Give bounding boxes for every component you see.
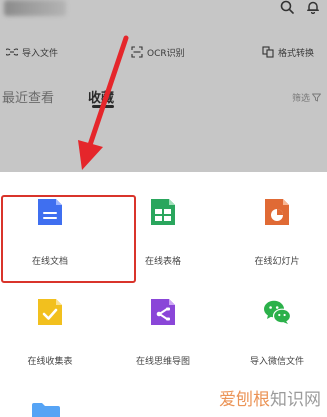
ocr-button[interactable]: OCR识别 bbox=[131, 43, 185, 61]
watermark-part2: 知识网 bbox=[270, 389, 321, 410]
import-file-button[interactable]: 导入文件 bbox=[6, 43, 58, 61]
create-online-form[interactable]: 在线收集表 bbox=[0, 272, 100, 372]
active-tab-indicator bbox=[92, 105, 114, 108]
watermark-part1: 爱刨根 bbox=[219, 389, 270, 410]
create-online-mindmap[interactable]: 在线思维导图 bbox=[113, 272, 213, 372]
watermark: 爱刨根 知识网 bbox=[219, 385, 321, 410]
create-online-mindmap-label: 在线思维导图 bbox=[135, 357, 190, 367]
wechat-icon bbox=[262, 297, 292, 327]
import-file-label: 导入文件 bbox=[22, 48, 59, 59]
import-wechat-file[interactable]: 导入微信文件 bbox=[227, 272, 327, 372]
format-convert-button[interactable]: 格式转换 bbox=[262, 43, 314, 61]
format-convert-icon bbox=[262, 46, 274, 58]
search-icon[interactable] bbox=[280, 0, 294, 14]
tabs-bar: 最近查看 收藏 筛选 bbox=[0, 87, 327, 109]
filter-label: 筛选 bbox=[291, 94, 310, 104]
tab-favorites[interactable]: 收藏 bbox=[88, 87, 114, 106]
mindmap-icon bbox=[148, 297, 178, 327]
format-convert-label: 格式转换 bbox=[278, 48, 315, 59]
import-file-icon bbox=[6, 48, 18, 56]
slide-icon bbox=[262, 197, 292, 227]
ocr-icon bbox=[131, 46, 143, 58]
filter-icon bbox=[312, 93, 321, 102]
user-name-blurred bbox=[4, 0, 66, 16]
quick-actions-bar: 导入文件 OCR识别 格式转换 bbox=[0, 43, 327, 61]
form-icon bbox=[35, 297, 65, 327]
sheet-icon bbox=[148, 197, 178, 227]
folder-icon[interactable] bbox=[32, 403, 60, 417]
ocr-label: OCR识别 bbox=[147, 48, 185, 59]
import-wechat-file-label: 导入微信文件 bbox=[249, 357, 304, 367]
create-online-slide-label: 在线幻灯片 bbox=[254, 257, 300, 267]
bell-icon[interactable] bbox=[306, 0, 320, 14]
create-online-form-label: 在线收集表 bbox=[27, 357, 73, 367]
filter-button[interactable]: 筛选 bbox=[292, 91, 321, 104]
tab-recent[interactable]: 最近查看 bbox=[2, 87, 54, 106]
app-background: 导入文件 OCR识别 格式转换 最近查看 收藏 筛选 bbox=[0, 0, 327, 172]
annotation-highlight-box bbox=[1, 195, 136, 283]
create-online-slide[interactable]: 在线幻灯片 bbox=[227, 172, 327, 272]
